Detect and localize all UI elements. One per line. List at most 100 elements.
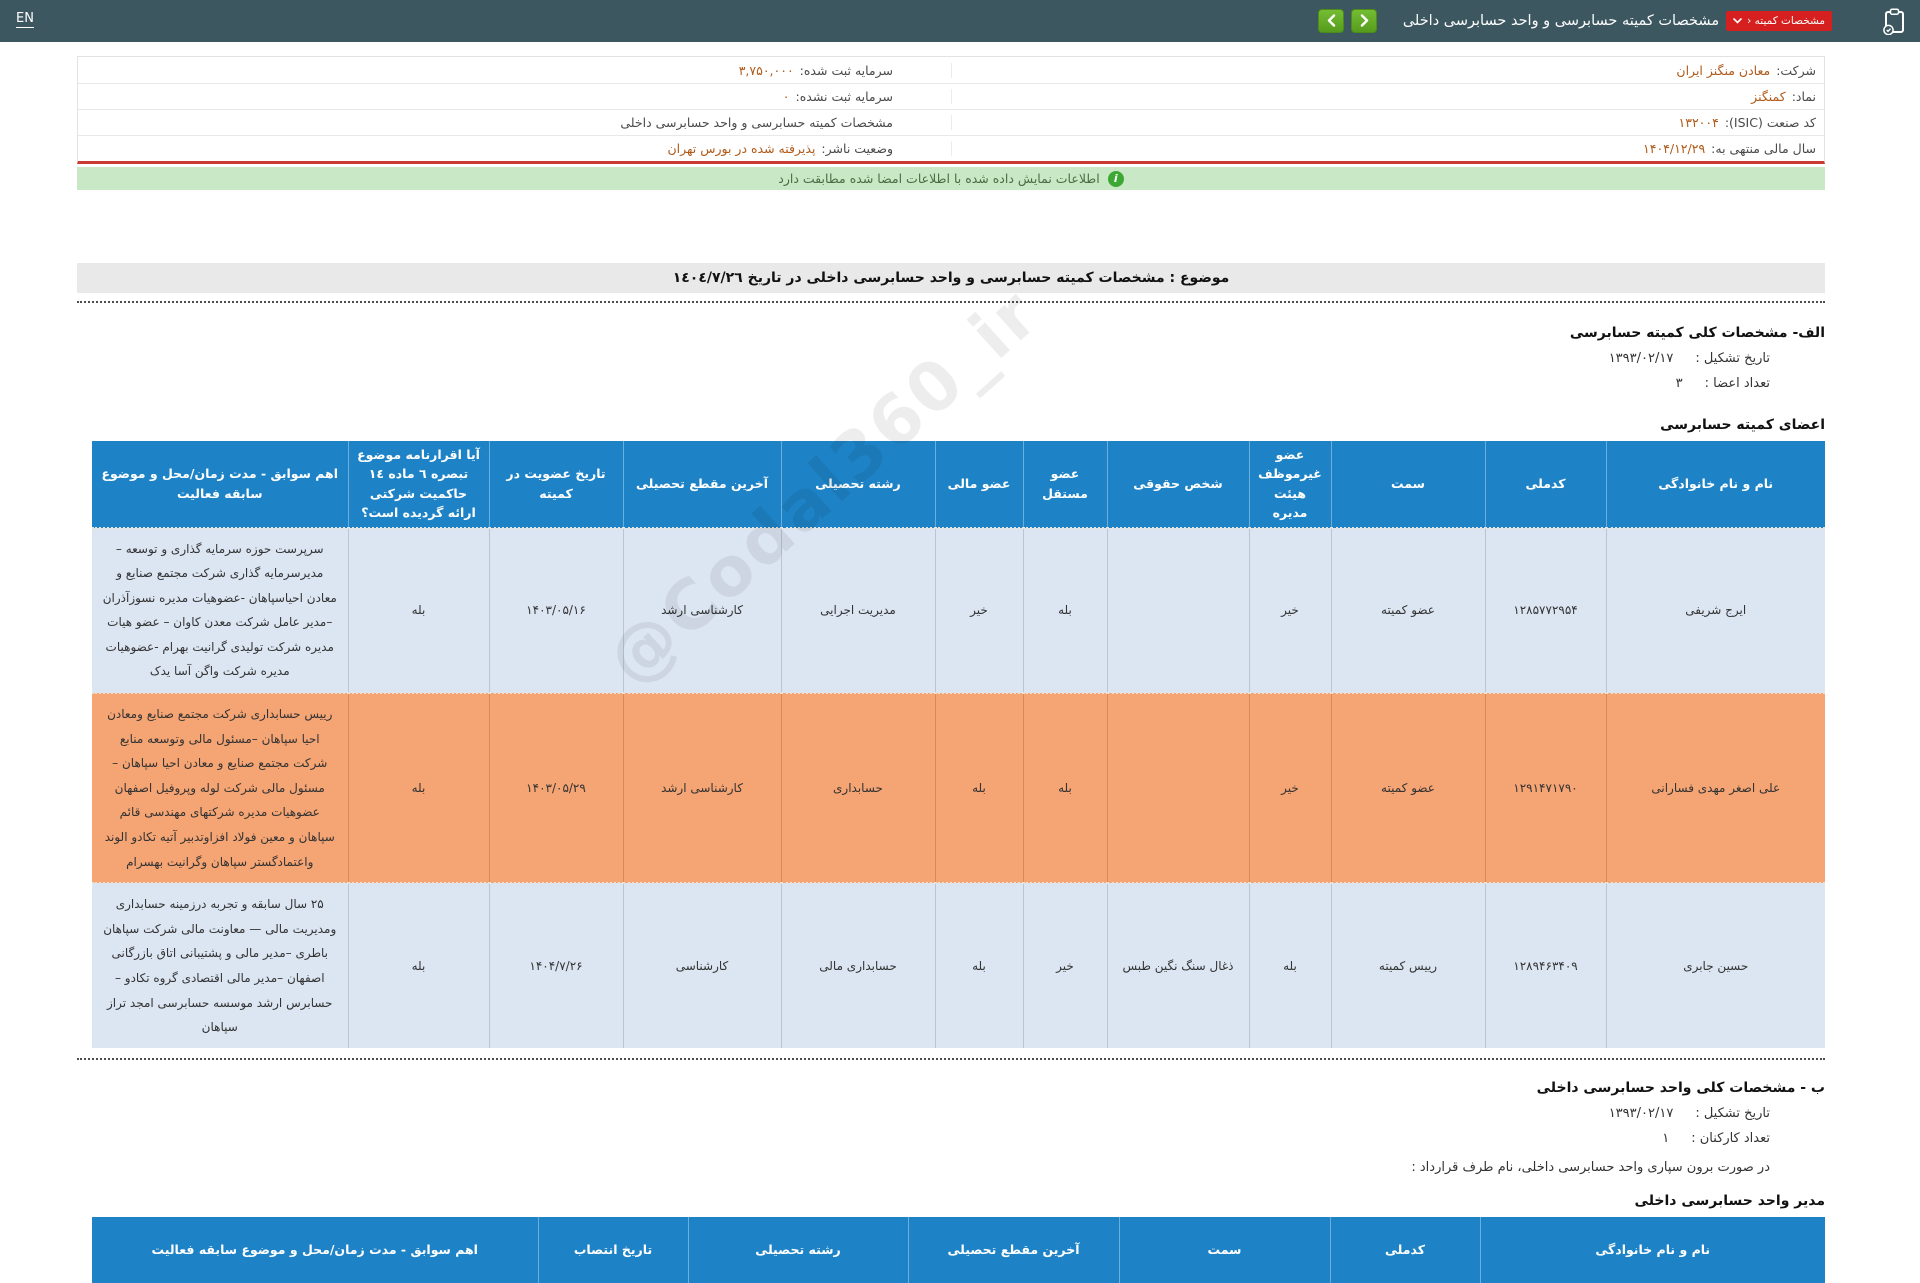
section-b-heading: ب - مشخصات کلی واحد حسابرسی داخلی: [77, 1080, 1825, 1096]
field-label: شرکت:: [1776, 63, 1816, 78]
field-label: تعداد کارکنان :: [1691, 1131, 1770, 1146]
outsourcing-line: در صورت برون سپاری واحد حسابرسی داخلی، ن…: [77, 1160, 1825, 1175]
cell-study-field: حسابداری: [781, 693, 935, 883]
column-header-membership-date: تاریخ عضویت در کمیته: [489, 441, 623, 528]
menu-button-label: مشخصات کمیته ‹: [1747, 15, 1825, 27]
banner-text: اطلاعات نمایش داده شده با اطلاعات امضا ش…: [778, 171, 1099, 186]
field-value: کمنگنز: [1751, 89, 1786, 104]
field-label: تاریخ تشکیل :: [1695, 1106, 1770, 1121]
table-header-row: نام و نام خانوادگی کدملی سمت عضو غیرموظف…: [92, 441, 1825, 528]
signature-match-banner: i اطلاعات نمایش داده شده با اطلاعات امضا…: [77, 167, 1825, 190]
cell-financial: خیر: [935, 528, 1023, 694]
column-header-degree: آخرین مقطع تحصیلی: [908, 1217, 1119, 1283]
cell-degree: کارشناسی ارشد: [623, 528, 781, 694]
field-value: ۰: [783, 89, 790, 104]
next-page-button[interactable]: [1351, 9, 1377, 33]
cell-degree: کارشناسی ارشد: [623, 693, 781, 883]
column-header-name: نام و نام خانوادگی: [1480, 1217, 1825, 1283]
report-content: @Codal360_ir شرکت: معادن منگنز ایران سرم…: [0, 56, 1920, 1283]
field-label: کد صنعت (ISIC):: [1725, 115, 1816, 130]
unit-formation-date-line: تاریخ تشکیل : ۱۳۹۳/۰۲/۱۷: [77, 1106, 1825, 1121]
column-header-name: نام و نام خانوادگی: [1606, 441, 1825, 528]
audit-committee-members-table: نام و نام خانوادگی کدملی سمت عضو غیرموظف…: [92, 441, 1825, 1048]
column-header-nonexec-board: عضو غیرموظف هیئت مدیره: [1249, 441, 1331, 528]
cell-study-field: مدیریت اجرایی: [781, 528, 935, 694]
isic-code-field: کد صنعت (ISIC): ۱۳۲۰۰۴: [951, 115, 1824, 130]
committee-specs-menu-button[interactable]: مشخصات کمیته ‹: [1726, 11, 1832, 31]
cell-legal-person: [1107, 693, 1249, 883]
cell-name: علی اصغر مهدی فسارانی: [1606, 693, 1825, 883]
cell-membership-date: ۱۴۰۳/۰۵/۱۶: [489, 528, 623, 694]
field-value: ۱۳۹۳/۰۲/۱۷: [1609, 351, 1674, 366]
registered-capital-field: سرمایه ثبت شده: ۳,۷۵۰,۰۰۰: [78, 63, 951, 78]
table-row: ایرج شریفی ۱۲۸۵۷۷۲۹۵۴ عضو کمیته خیر بله …: [92, 528, 1825, 694]
cell-position: عضو کمیته: [1331, 528, 1485, 694]
cell-position: عضو کمیته: [1331, 693, 1485, 883]
cell-nonexec: خیر: [1249, 693, 1331, 883]
cell-declaration: بله: [348, 528, 489, 694]
cell-background: ۲۵ سال سابقه و تجربه درزمینه حسابداری وم…: [92, 883, 348, 1048]
cell-membership-date: ۱۴۰۴/۷/۲۶: [489, 883, 623, 1048]
dashed-divider: [77, 1058, 1825, 1060]
cell-national-id: ۱۲۹۱۴۷۱۷۹۰: [1485, 693, 1606, 883]
subject-text: موضوع : مشخصات کمیته حسابرسی و واحد حساب…: [673, 270, 1230, 286]
field-value: ۱: [1662, 1131, 1669, 1146]
report-name-field: مشخصات کمیته حسابرسی و واحد حسابرسی داخل…: [78, 115, 951, 130]
info-row: کد صنعت (ISIC): ۱۳۲۰۰۴ مشخصات کمیته حساب…: [78, 109, 1824, 135]
field-label: سال مالی منتهی به:: [1711, 141, 1816, 156]
cell-independent: بله: [1023, 528, 1107, 694]
info-row: سال مالی منتهی به: ۱۴۰۴/۱۲/۲۹ وضعیت ناشر…: [78, 135, 1824, 161]
column-header-degree: آخرین مقطع تحصیلی: [623, 441, 781, 528]
column-header-independent: عضو مستقل: [1023, 441, 1107, 528]
table-row: علی اصغر مهدی فسارانی ۱۲۹۱۴۷۱۷۹۰ عضو کمی…: [92, 693, 1825, 883]
cell-independent: خیر: [1023, 883, 1107, 1048]
chevron-right-icon: [1360, 12, 1369, 31]
pager-nav: [1318, 9, 1377, 33]
column-header-legal-person: شخص حقوقی: [1107, 441, 1249, 528]
language-toggle[interactable]: EN: [16, 11, 34, 28]
info-circle-icon: i: [1108, 171, 1124, 187]
cell-declaration: بله: [348, 693, 489, 883]
cell-financial: بله: [935, 883, 1023, 1048]
column-header-appointment-date: تاریخ انتصاب: [538, 1217, 688, 1283]
cell-name: ایرج شریفی: [1606, 528, 1825, 694]
title-group: مشخصات کمیته ‹ مشخصات کمیته حسابرسی و وا…: [1403, 0, 1906, 42]
info-row: شرکت: معادن منگنز ایران سرمایه ثبت شده: …: [78, 57, 1824, 83]
top-bar: EN مشخصات کمیته ‹ مش: [0, 0, 1920, 42]
symbol-field: نماد: کمنگنز: [951, 89, 1824, 104]
column-header-position: سمت: [1331, 441, 1485, 528]
cell-name: حسین جابری: [1606, 883, 1825, 1048]
cell-nonexec: بله: [1249, 883, 1331, 1048]
cell-nonexec: خیر: [1249, 528, 1331, 694]
field-value: ۳,۷۵۰,۰۰۰: [739, 63, 794, 78]
field-value: ۳: [1676, 376, 1683, 391]
cell-background: رییس حسابداری شرکت مجتمع صنایع ومعادن اح…: [92, 693, 348, 883]
dashed-divider: [77, 301, 1825, 303]
cell-declaration: بله: [348, 883, 489, 1048]
column-header-financial: عضو مالی: [935, 441, 1023, 528]
field-value: ۱۳۹۳/۰۲/۱۷: [1609, 1106, 1674, 1121]
field-label: سرمایه ثبت شده:: [800, 63, 893, 78]
cell-national-id: ۱۲۸۹۴۶۳۴۰۹: [1485, 883, 1606, 1048]
cell-degree: کارشناسی: [623, 883, 781, 1048]
column-header-background: اهم سوابق - مدت زمان/محل و موضوع سابقه ف…: [92, 1217, 538, 1283]
field-value: پذیرفته شده در بورس تهران: [667, 141, 815, 156]
cell-national-id: ۱۲۸۵۷۷۲۹۵۴: [1485, 528, 1606, 694]
info-row: نماد: کمنگنز سرمایه ثبت نشده: ۰: [78, 83, 1824, 109]
column-header-national-id: کدملی: [1330, 1217, 1480, 1283]
field-label: نماد:: [1792, 89, 1816, 104]
clipboard-check-icon: [1883, 8, 1906, 35]
field-label: سرمایه ثبت نشده:: [796, 89, 893, 104]
field-label: تعداد اعضا :: [1705, 376, 1770, 391]
publisher-status-field: وضعیت ناشر: پذیرفته شده در بورس تهران: [78, 141, 951, 156]
column-header-national-id: کدملی: [1485, 441, 1606, 528]
field-value: ۱۳۲۰۰۴: [1679, 115, 1719, 130]
cell-financial: بله: [935, 693, 1023, 883]
members-table-heading: اعضای کمیته حسابرسی: [77, 417, 1825, 433]
unregistered-capital-field: سرمایه ثبت نشده: ۰: [78, 89, 951, 104]
cell-membership-date: ۱۴۰۳/۰۵/۲۹: [489, 693, 623, 883]
prev-page-button[interactable]: [1318, 9, 1344, 33]
manager-table-heading: مدیر واحد حسابرسی داخلی: [77, 1193, 1825, 1209]
fiscal-year-field: سال مالی منتهی به: ۱۴۰۴/۱۲/۲۹: [951, 141, 1824, 156]
members-count-line: تعداد اعضا : ۳: [77, 376, 1825, 391]
